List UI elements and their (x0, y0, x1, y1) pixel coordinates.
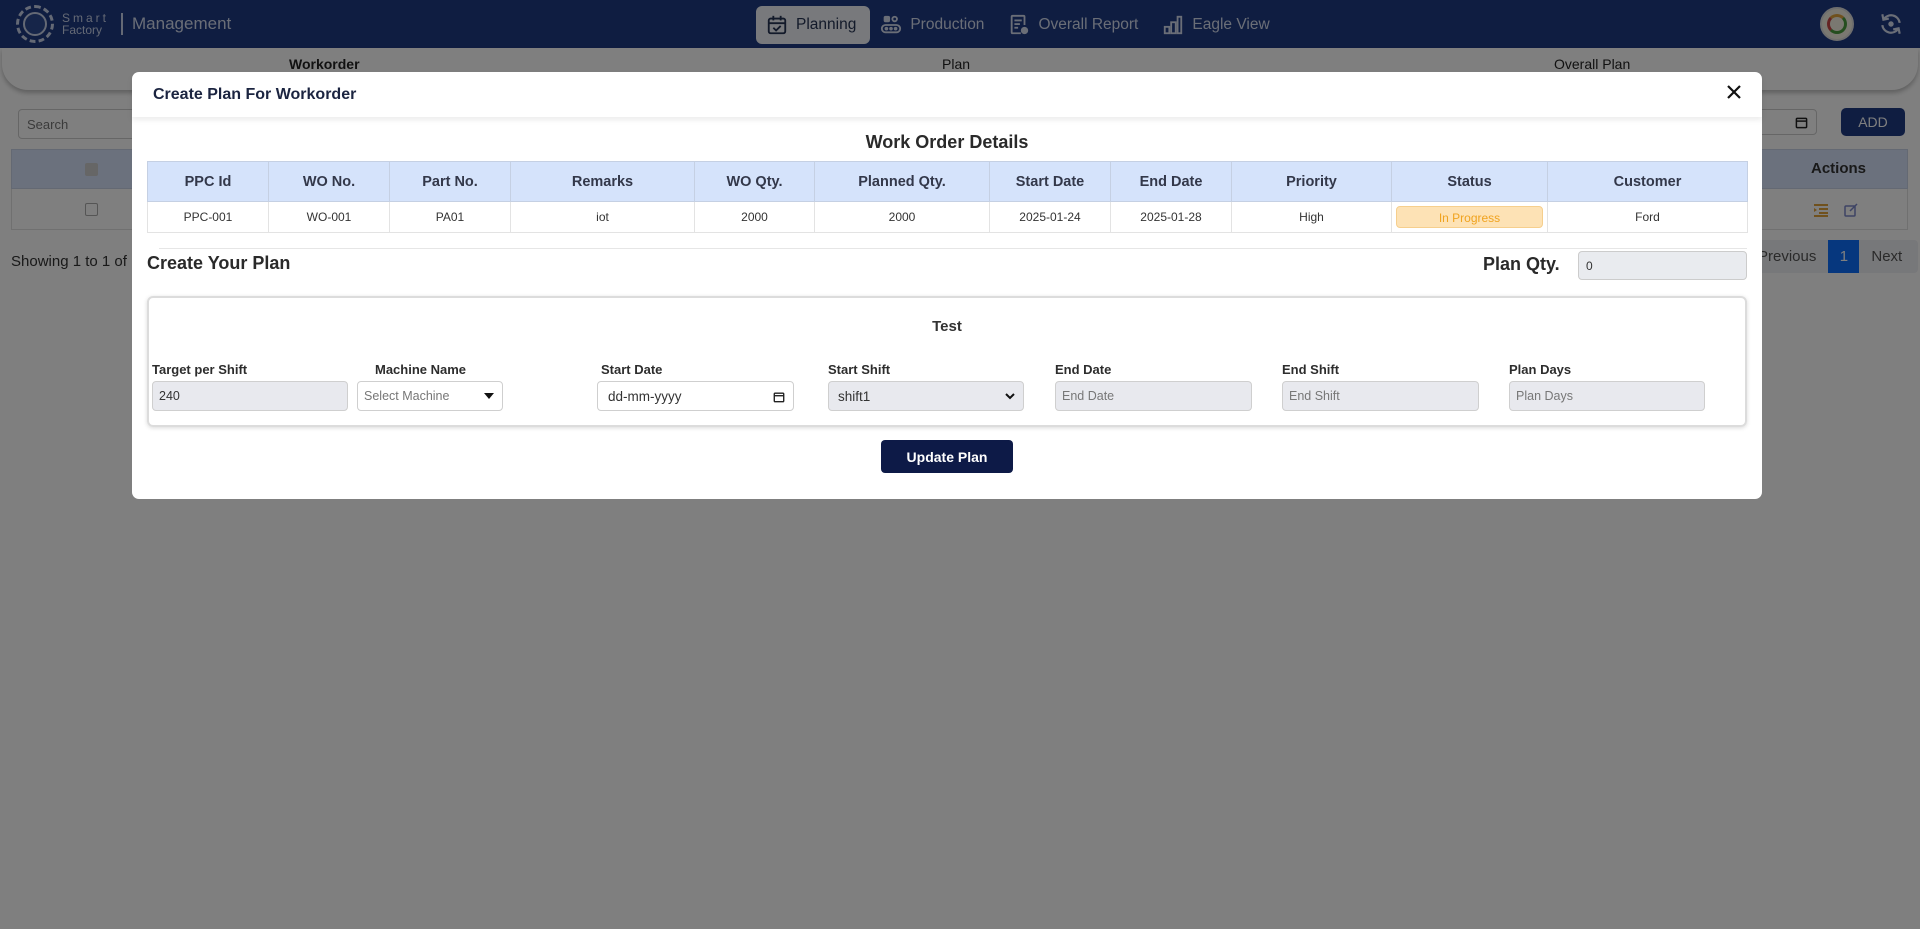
start-date-input[interactable]: dd-mm-yyyy (597, 381, 794, 411)
calendar-icon (773, 392, 785, 403)
start-date-placeholder: dd-mm-yyyy (608, 388, 682, 404)
column-header: Priority (1231, 161, 1392, 202)
update-plan-button[interactable]: Update Plan (881, 440, 1013, 473)
plan-card-title: Test (932, 318, 962, 335)
column-header: Planned Qty. (814, 161, 990, 202)
work-order-table: PPC Id WO No. Part No. Remarks WO Qty. P… (147, 161, 1748, 233)
end-shift-label: End Shift (1282, 362, 1340, 377)
target-per-shift-label: Target per Shift (152, 362, 248, 377)
chevron-down-icon (1005, 393, 1015, 400)
cell-start-date: 2025-01-24 (989, 201, 1111, 233)
start-shift-label: Start Shift (828, 362, 891, 377)
end-date-input[interactable]: End Date (1055, 381, 1252, 411)
start-shift-select[interactable]: shift1 (828, 381, 1024, 411)
column-header: Customer (1547, 161, 1748, 202)
column-header: End Date (1110, 161, 1232, 202)
start-shift-value: shift1 (838, 388, 871, 404)
machine-name-placeholder: Select Machine (364, 389, 450, 403)
plan-days-label: Plan Days (1509, 362, 1572, 377)
cell-customer: Ford (1547, 201, 1748, 233)
column-header: Status (1391, 161, 1548, 202)
cell-ppc-id: PPC-001 (147, 201, 269, 233)
cell-part-no: PA01 (389, 201, 511, 233)
target-per-shift-input[interactable]: 240 (152, 381, 348, 411)
end-date-label: End Date (1055, 362, 1112, 377)
table-row: PPC-001 WO-001 PA01 iot 2000 2000 2025-0… (147, 201, 1748, 233)
column-header: WO Qty. (694, 161, 815, 202)
close-button[interactable] (1724, 82, 1744, 102)
end-shift-input[interactable]: End Shift (1282, 381, 1479, 411)
caret-down-icon (484, 393, 494, 399)
table-header-row: PPC Id WO No. Part No. Remarks WO Qty. P… (147, 161, 1748, 202)
create-plan-modal: Create Plan For Workorder Work Order Det… (132, 72, 1762, 499)
cell-end-date: 2025-01-28 (1110, 201, 1232, 233)
modal-header: Create Plan For Workorder (132, 72, 1762, 117)
plan-days-input[interactable]: Plan Days (1509, 381, 1705, 411)
start-date-label: Start Date (601, 362, 663, 377)
plan-card: Test Target per Shift 240 Machine Name S… (147, 296, 1747, 427)
column-header: Start Date (989, 161, 1111, 202)
close-icon (1727, 85, 1741, 99)
column-header: WO No. (268, 161, 390, 202)
cell-priority: High (1231, 201, 1392, 233)
status-badge: In Progress (1396, 206, 1543, 228)
machine-name-select[interactable]: Select Machine (357, 381, 503, 411)
modal-title: Create Plan For Workorder (153, 85, 357, 103)
column-header: Part No. (389, 161, 511, 202)
cell-wo-qty: 2000 (694, 201, 815, 233)
plan-qty-input[interactable] (1578, 251, 1747, 280)
column-header: Remarks (510, 161, 695, 202)
cell-planned-qty: 2000 (814, 201, 990, 233)
plan-qty-label: Plan Qty. (1483, 254, 1560, 274)
work-order-details-title: Work Order Details (865, 132, 1029, 152)
cell-status: In Progress (1391, 201, 1548, 233)
cell-remarks: iot (510, 201, 695, 233)
create-plan-title: Create Your Plan (147, 253, 291, 273)
divider (159, 248, 1747, 249)
column-header: PPC Id (147, 161, 269, 202)
cell-wo-no: WO-001 (268, 201, 390, 233)
machine-name-label: Machine Name (375, 362, 467, 377)
